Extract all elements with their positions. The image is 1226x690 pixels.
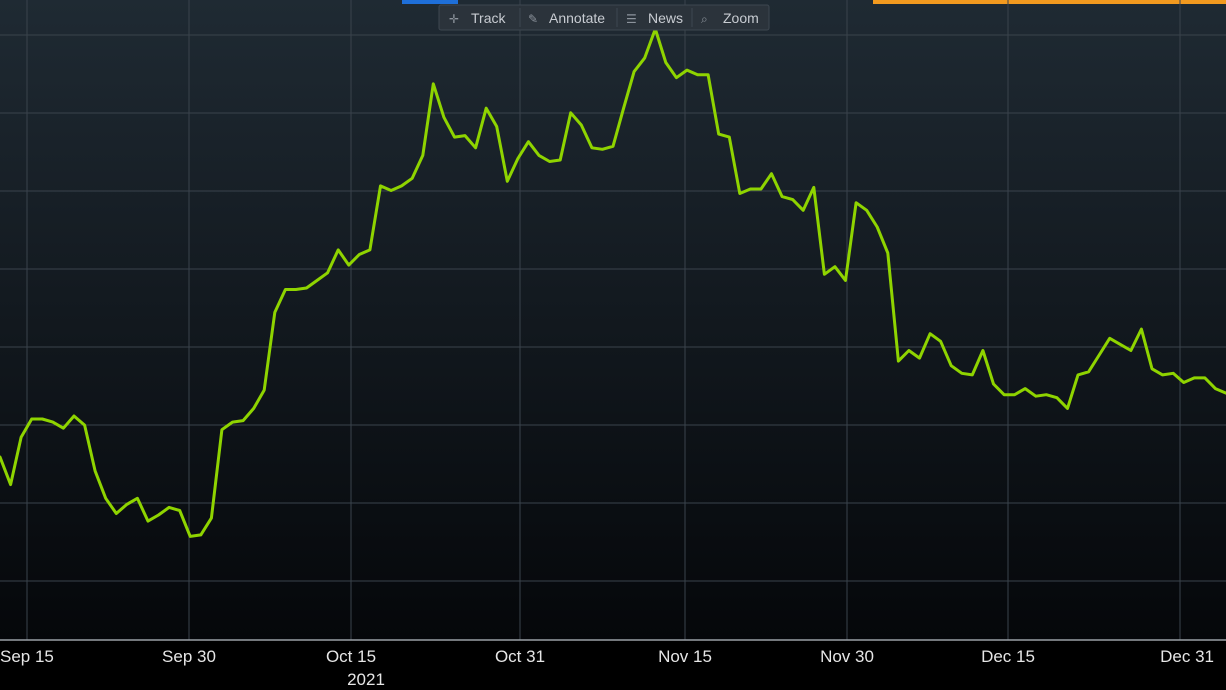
x-tick-label: Nov 15 xyxy=(658,647,712,666)
x-tick-label: Dec 31 xyxy=(1160,647,1214,666)
pencil-icon: ✎ xyxy=(528,12,538,26)
chart-toolbar: ✛ Track ✎ Annotate ☰ News ⌕ Zoom xyxy=(438,4,770,31)
price-chart[interactable]: Sep 15 Sep 30 Oct 15 Oct 31 Nov 15 Nov 30 Dec … xyxy=(0,0,1226,690)
plot-background xyxy=(0,0,1226,640)
year-label: 2021 xyxy=(347,670,385,689)
x-tick-label: Dec 15 xyxy=(981,647,1035,666)
x-tick-label: Sep 30 xyxy=(162,647,216,666)
annotate-label: Annotate xyxy=(549,10,605,26)
x-tick-label: Oct 31 xyxy=(495,647,545,666)
magnifier-icon: ⌕ xyxy=(701,12,708,26)
news-button[interactable]: ☰ News xyxy=(626,10,683,26)
news-label: News xyxy=(648,10,683,26)
crosshair-icon: ✛ xyxy=(449,12,459,26)
top-accent-orange xyxy=(873,0,1226,4)
news-icon: ☰ xyxy=(626,12,637,26)
top-accent-blue xyxy=(402,0,458,4)
x-tick-label: Sep 15 xyxy=(0,647,54,666)
chart-canvas[interactable]: Sep 15 Sep 30 Oct 15 Oct 31 Nov 15 Nov 30 Dec … xyxy=(0,0,1226,690)
x-tick-label: Oct 15 xyxy=(326,647,376,666)
track-label: Track xyxy=(471,10,506,26)
track-button[interactable]: ✛ Track xyxy=(449,10,506,26)
zoom-label: Zoom xyxy=(723,10,759,26)
x-tick-label: Nov 30 xyxy=(820,647,874,666)
